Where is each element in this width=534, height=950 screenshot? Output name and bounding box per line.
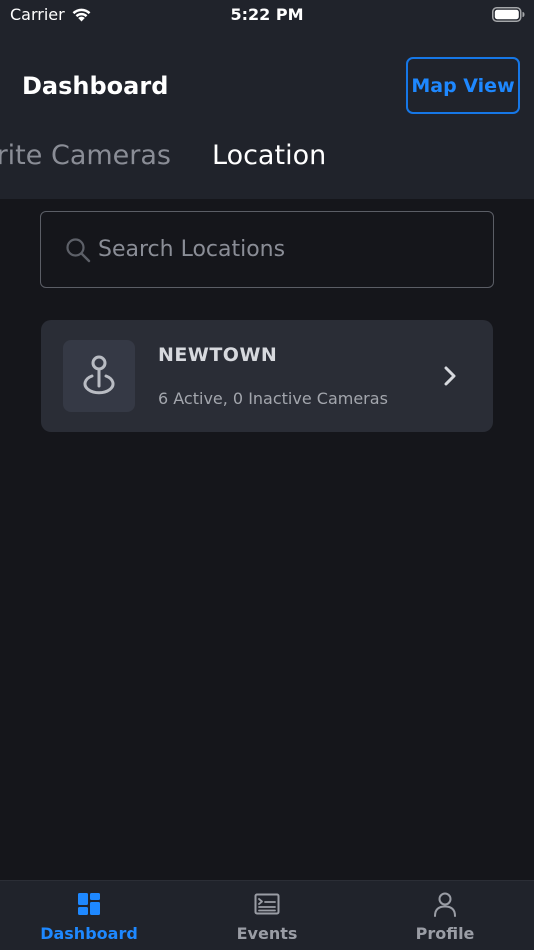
location-icon-tile [63, 340, 135, 412]
tab-events-label: Events [236, 924, 298, 943]
tab-location[interactable]: Location [212, 140, 326, 171]
location-pin-icon [83, 355, 115, 395]
status-time: 5:22 PM [230, 5, 304, 24]
chevron-right-icon [444, 366, 456, 386]
search-icon [66, 238, 91, 263]
search-field[interactable] [40, 211, 494, 288]
status-bar: Carrier 5:22 PM [0, 0, 534, 30]
header: Carrier 5:22 PM Dashboard Map View Favou… [0, 0, 534, 199]
bottom-tab-bar: Dashboard Events Profile [0, 880, 534, 950]
battery-icon [492, 7, 525, 22]
location-camera-summary: 6 Active, 0 Inactive Cameras [158, 389, 388, 408]
page-title: Dashboard [22, 72, 169, 100]
search-input[interactable] [98, 212, 478, 286]
profile-person-icon [434, 892, 456, 917]
map-view-button[interactable]: Map View [406, 57, 520, 114]
tab-events[interactable]: Events [178, 881, 356, 950]
segment-tabs: Favourite Cameras Location [0, 134, 534, 184]
tab-favourite-cameras[interactable]: Favourite Cameras [0, 140, 171, 171]
tab-profile[interactable]: Profile [356, 881, 534, 950]
location-name: NEWTOWN [158, 344, 278, 366]
tab-dashboard[interactable]: Dashboard [0, 881, 178, 950]
location-card[interactable]: NEWTOWN 6 Active, 0 Inactive Cameras [41, 320, 493, 432]
events-terminal-icon [254, 893, 280, 915]
tab-profile-label: Profile [415, 924, 475, 943]
dashboard-screen: Carrier 5:22 PM Dashboard Map View Favou… [0, 0, 534, 950]
dashboard-grid-icon [78, 893, 100, 915]
tab-dashboard-label: Dashboard [40, 924, 138, 943]
